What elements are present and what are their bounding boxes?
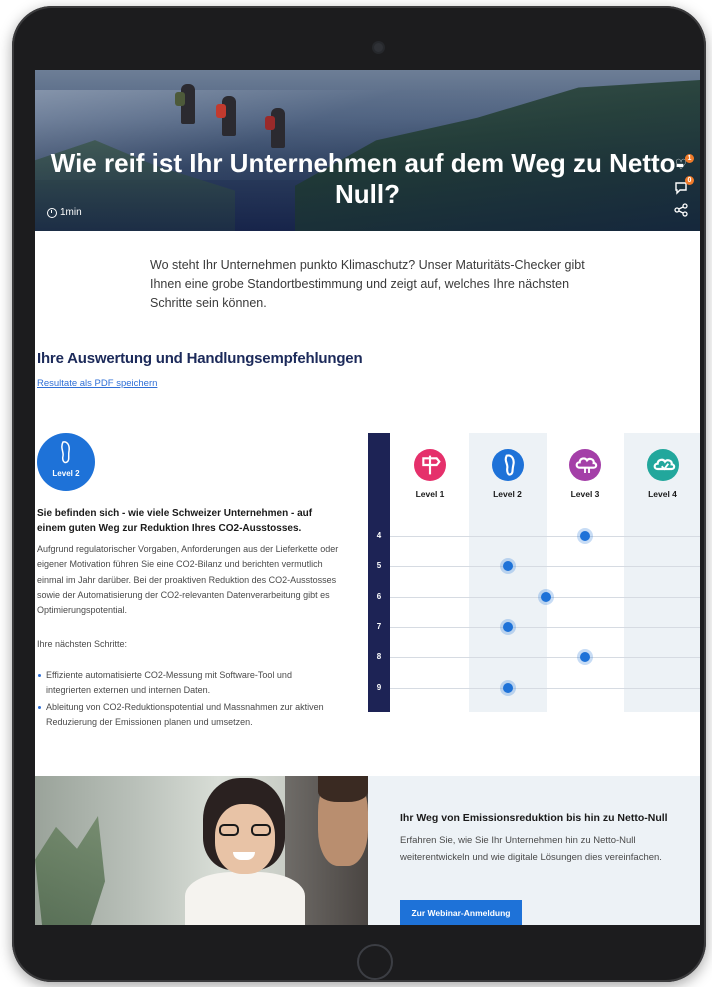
result-headline: Sie befinden sich - wie viele Schweizer …	[37, 508, 313, 534]
hero-actions: ♡ 1 0	[669, 154, 694, 222]
chart-gridline	[390, 536, 700, 537]
footprint-icon	[491, 449, 524, 481]
footprint-icon	[61, 441, 70, 464]
row-tick-label: 9	[376, 682, 382, 692]
hiker-figure	[216, 96, 236, 136]
share-icon	[674, 203, 688, 217]
level-column-label: Level 1	[415, 489, 445, 499]
hero-banner: Wie reif ist Ihr Unternehmen auf dem Weg…	[35, 70, 700, 231]
evaluation-heading: Ihre Auswertung und Handlungsempfehlunge…	[37, 350, 363, 367]
list-item: Ableitung von CO2-Reduktionspotential un…	[37, 700, 337, 731]
chart-point	[499, 618, 516, 635]
intro-text: Wo steht Ihr Unternehmen punkto Klimasch…	[150, 258, 585, 310]
chart-gridline	[390, 657, 700, 659]
share-button[interactable]	[669, 200, 693, 222]
chart-point	[577, 528, 593, 544]
signpost-icon	[414, 449, 446, 481]
row-tick-label: 8	[376, 652, 382, 662]
chart-point	[577, 649, 593, 666]
chart-point	[538, 588, 555, 605]
chart-axis	[368, 433, 390, 712]
screen: Wie reif ist Ihr Unternehmen auf dem Weg…	[35, 70, 700, 925]
next-steps-list: Effiziente automatisierte CO2-Messung mi…	[37, 668, 337, 731]
chart-gridline	[390, 626, 700, 628]
level-column-label: Level 2	[493, 489, 522, 499]
hiker-figure	[175, 84, 195, 124]
hiker-figure	[265, 108, 285, 148]
level-column-label: Level 4	[648, 489, 677, 499]
save-pdf-link[interactable]: Resultate als PDF speichern	[37, 378, 157, 389]
next-steps-label: Ihre nächsten Schritte:	[37, 639, 128, 649]
level-column-label: Level 3	[570, 489, 600, 499]
level-badge-label: Level 2	[52, 469, 80, 478]
cloud-icon	[569, 449, 601, 481]
comment-count-badge: 0	[685, 176, 694, 185]
home-button[interactable]	[357, 944, 393, 980]
like-count-badge: 1	[685, 154, 694, 163]
page-title: Wie reif ist Ihr Unternehmen auf dem Weg…	[50, 148, 685, 209]
maturity-chart: Level 1 Level 2 Level 3 Level 4 4 5 6 7 8 9	[368, 433, 700, 712]
level-badge: Level 2	[37, 433, 95, 491]
reading-time-label: 1min	[60, 207, 82, 218]
like-button[interactable]: ♡ 1	[669, 154, 694, 178]
comment-button[interactable]: 0	[669, 176, 694, 200]
cloud-check-icon	[646, 449, 679, 481]
row-tick-label: 7	[376, 621, 382, 631]
list-item: Effiziente automatisierte CO2-Messung mi…	[37, 668, 337, 699]
webinar-teaser: Ihr Weg von Emissionsreduktion bis hin z…	[35, 776, 700, 925]
webinar-title: Ihr Weg von Emissionsreduktion bis hin z…	[400, 812, 668, 824]
camera	[374, 43, 383, 52]
webinar-description: Erfahren Sie, wie Sie Ihr Unternehmen hi…	[400, 835, 662, 863]
row-tick-label: 6	[376, 591, 382, 601]
chart-gridline	[390, 566, 700, 568]
webinar-signup-button[interactable]: Zur Webinar-Anmeldung	[400, 900, 522, 925]
reading-time: 1min	[47, 207, 82, 218]
result-description: Aufgrund regulatorischer Vorgaben, Anfor…	[37, 544, 339, 616]
chart-point	[499, 679, 516, 696]
chart-gridline	[390, 687, 700, 689]
row-tick-label: 5	[376, 561, 382, 571]
chart-point	[499, 558, 516, 575]
row-tick-label: 4	[376, 531, 382, 540]
webinar-photo	[35, 776, 368, 925]
clock-icon	[47, 207, 57, 218]
